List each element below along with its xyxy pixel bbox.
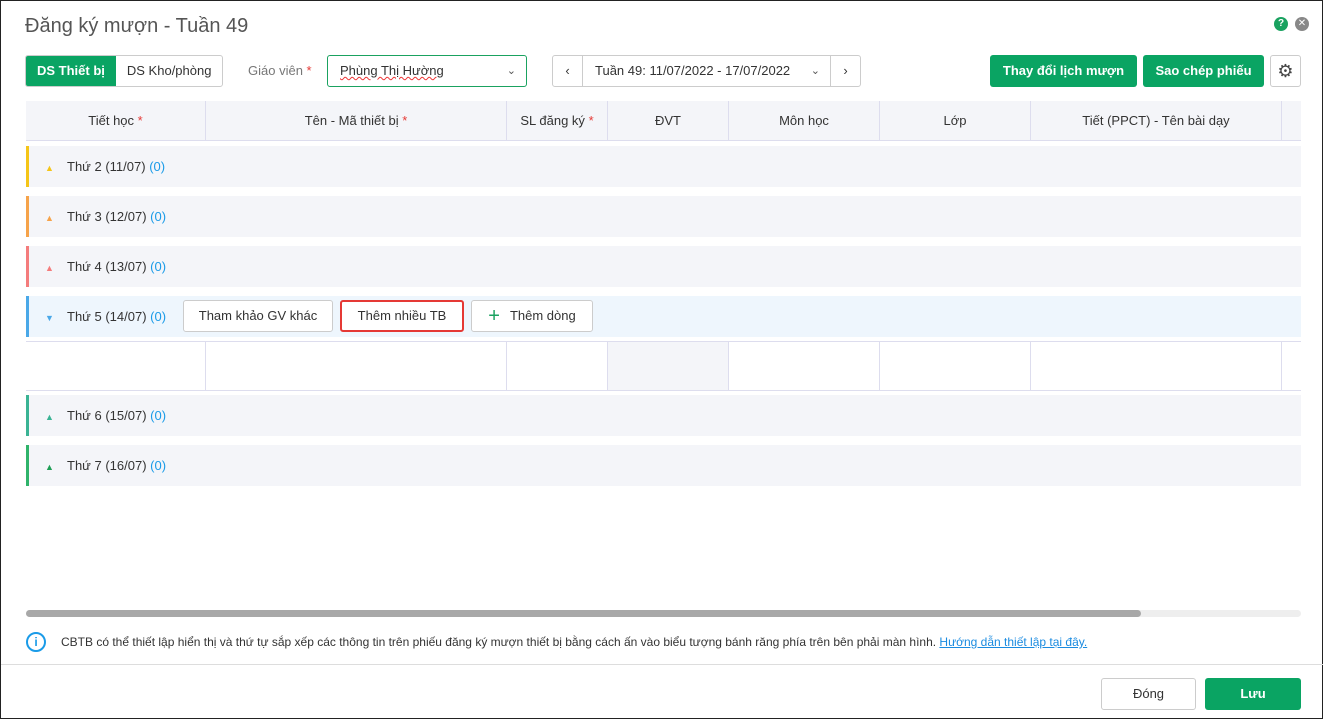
col-tiet-ppct: Tiết (PPCT) - Tên bài dạy [1031, 101, 1282, 141]
col-label: Tên - Mã thiết bị [304, 113, 399, 128]
close-icon[interactable]: ✕ [1295, 17, 1309, 31]
day-count: (0) [150, 209, 167, 224]
expand-triangle-icon[interactable]: ▲ [45, 397, 57, 438]
add-row-label: Thêm dòng [509, 308, 576, 323]
cell-sl[interactable] [507, 342, 608, 390]
day-row-thu-7[interactable]: ▲ Thứ 7 (16/07) (0) [26, 445, 1301, 486]
required-mark: * [306, 63, 312, 78]
save-button[interactable]: Lưu [1205, 678, 1301, 710]
expand-triangle-icon[interactable]: ▲ [45, 248, 57, 289]
tab-ds-thiet-bi[interactable]: DS Thiết bị [26, 56, 116, 86]
required-mark: * [137, 113, 143, 128]
col-ten-ma: Tên - Mã thiết bị * [206, 101, 507, 141]
week-value: Tuần 49: 11/07/2022 - 17/07/2022 [595, 63, 791, 78]
day-row-thu-4[interactable]: ▲ Thứ 4 (13/07) (0) [26, 246, 1301, 287]
consult-teacher-button[interactable]: Tham khảo GV khác [183, 300, 333, 332]
table-row [26, 341, 1301, 391]
week-select[interactable]: Tuần 49: 11/07/2022 - 17/07/2022 ⌄ [582, 56, 831, 86]
day-row-thu-3[interactable]: ▲ Thứ 3 (12/07) (0) [26, 196, 1301, 237]
cell-ten-ma[interactable] [206, 342, 507, 390]
close-button[interactable]: Đóng [1101, 678, 1196, 710]
footer-divider [1, 664, 1323, 665]
setup-guide-link[interactable]: Hướng dẫn thiết lập tại đây. [939, 635, 1087, 649]
info-message: CBTB có thể thiết lập hiển thị và thứ tự… [61, 635, 1087, 649]
table-header: Tiết học * Tên - Mã thiết bị * SL đăng k… [26, 101, 1301, 141]
col-mon-hoc: Môn học [729, 101, 880, 141]
day-label: Thứ 7 (16/07) [67, 458, 147, 473]
expand-triangle-icon[interactable]: ▲ [45, 447, 57, 488]
col-sl: SL đăng ký * [507, 101, 608, 141]
day-label: Thứ 5 (14/07) [67, 309, 147, 324]
teacher-label-text: Giáo viên [248, 63, 303, 78]
week-picker: ‹ Tuần 49: 11/07/2022 - 17/07/2022 ⌄ › [552, 55, 861, 87]
copy-form-button[interactable]: Sao chép phiếu [1143, 55, 1264, 87]
plus-icon: + [488, 305, 500, 327]
dialog-title: Đăng ký mượn - Tuần 49 [25, 15, 249, 37]
day-count: (0) [150, 408, 167, 423]
scrollbar-thumb[interactable] [26, 610, 1141, 617]
cell-tiet-hoc[interactable] [26, 342, 206, 390]
teacher-value: Phùng Thị Hường [340, 63, 444, 78]
expand-triangle-icon[interactable]: ▲ [45, 148, 57, 189]
help-icon[interactable]: ? [1274, 17, 1288, 31]
required-mark: * [588, 113, 594, 128]
cell-dvt [608, 342, 729, 390]
day-count: (0) [150, 458, 167, 473]
change-schedule-button[interactable]: Thay đổi lịch mượn [990, 55, 1137, 87]
chevron-down-icon: ⌄ [506, 65, 516, 77]
col-label: Tiết học [88, 113, 135, 128]
prev-week-button[interactable]: ‹ [553, 56, 582, 86]
day-row-thu-6[interactable]: ▲ Thứ 6 (15/07) (0) [26, 395, 1301, 436]
day-label: Thứ 3 (12/07) [67, 209, 147, 224]
day-count: (0) [150, 259, 167, 274]
col-tiet-hoc: Tiết học * [26, 101, 206, 141]
cell-tiet-ppct[interactable] [1031, 342, 1282, 390]
add-many-devices-button[interactable]: Thêm nhiều TB [340, 300, 464, 332]
expand-triangle-icon[interactable]: ▲ [45, 198, 57, 239]
next-week-button[interactable]: › [831, 56, 860, 86]
chevron-down-icon: ⌄ [810, 65, 820, 77]
col-lop: Lớp [880, 101, 1031, 141]
tab-ds-kho-phong[interactable]: DS Kho/phòng [116, 56, 223, 86]
required-mark: * [402, 113, 408, 128]
day-label: Thứ 4 (13/07) [67, 259, 147, 274]
day-row-thu-2[interactable]: ▲ Thứ 2 (11/07) (0) [26, 146, 1301, 187]
day-count: (0) [150, 309, 167, 324]
teacher-label: Giáo viên * [248, 63, 312, 78]
gear-icon[interactable]: ⚙ [1270, 55, 1301, 87]
teacher-select[interactable]: Phùng Thị Hường ⌄ [327, 55, 527, 87]
day-label: Thứ 2 (11/07) [67, 159, 146, 174]
cell-mon-hoc[interactable] [729, 342, 880, 390]
day-count: (0) [149, 159, 166, 174]
info-icon: i [26, 632, 46, 652]
col-label: SL đăng ký [520, 113, 585, 128]
info-text: CBTB có thể thiết lập hiển thị và thứ tự… [61, 635, 940, 649]
day-label: Thứ 6 (15/07) [67, 408, 147, 423]
add-row-button[interactable]: + Thêm dòng [471, 300, 593, 332]
list-toggle: DS Thiết bị DS Kho/phòng [25, 55, 224, 87]
cell-lop[interactable] [880, 342, 1031, 390]
col-dvt: ĐVT [608, 101, 729, 141]
collapse-triangle-icon[interactable]: ▼ [45, 298, 57, 339]
